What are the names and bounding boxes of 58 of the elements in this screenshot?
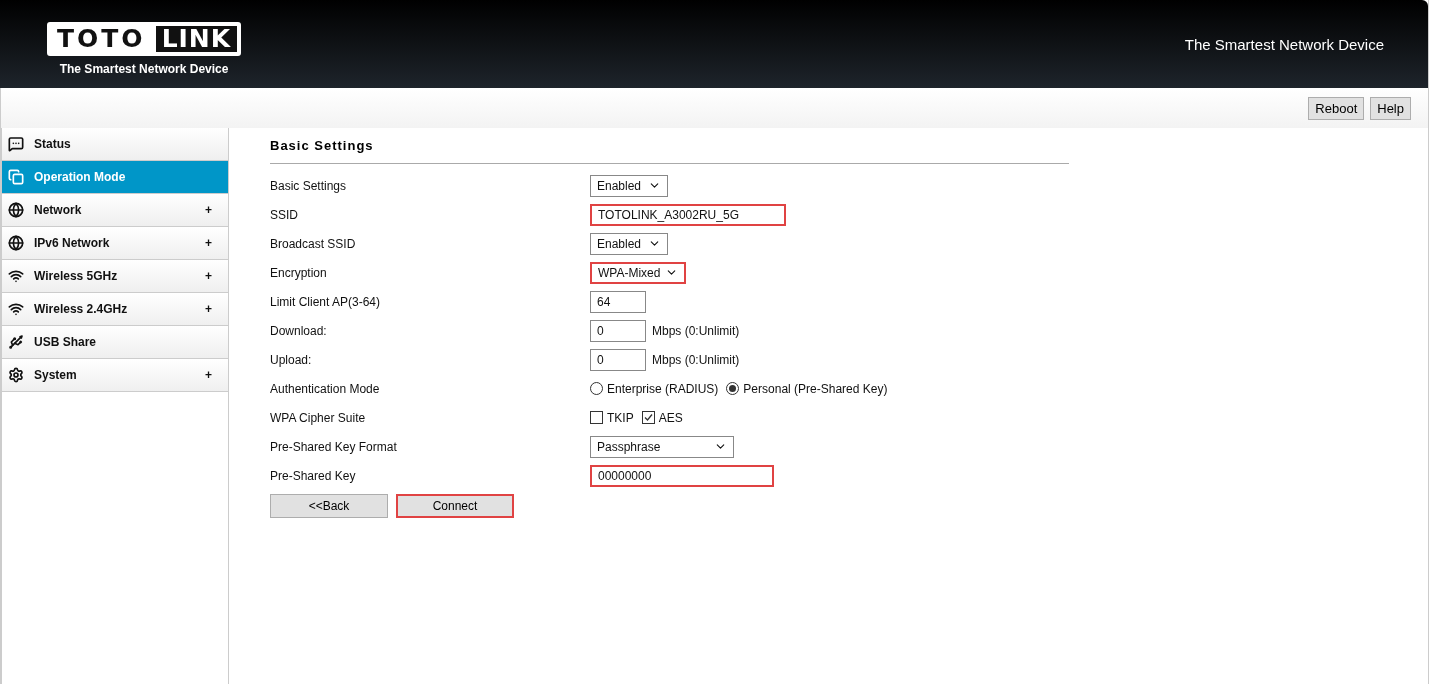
checkbox-label: TKIP bbox=[607, 410, 634, 425]
field-label: Pre-Shared Key Format bbox=[270, 439, 398, 454]
radio-label: Personal (Pre-Shared Key) bbox=[743, 381, 888, 396]
field-label: SSID bbox=[270, 207, 299, 222]
field-label: Basic Settings bbox=[270, 178, 348, 193]
input-field[interactable]: TOTOLINK_A3002RU_5G bbox=[590, 203, 786, 226]
sidebar-label: USB Share bbox=[34, 335, 98, 349]
field-label: Upload: bbox=[270, 352, 313, 367]
checkbox[interactable] bbox=[590, 411, 603, 424]
radio-label: Enterprise (RADIUS) bbox=[607, 381, 719, 396]
sidebar-label: Network bbox=[34, 203, 83, 217]
chat-icon bbox=[8, 136, 24, 152]
select-field[interactable]: WPA-Mixed bbox=[590, 261, 686, 284]
unit-text: Mbps (0:Unlimit) bbox=[652, 323, 740, 338]
expand-symbol[interactable]: + bbox=[205, 302, 212, 316]
toolbar-button[interactable]: Reboot bbox=[1308, 96, 1365, 120]
usb-icon bbox=[8, 334, 24, 350]
sidebar-label: System bbox=[34, 368, 78, 382]
sidebar-label: Wireless 2.4GHz bbox=[34, 302, 129, 316]
wifi-icon bbox=[8, 268, 24, 284]
select-field[interactable]: Enabled bbox=[590, 174, 668, 197]
select-field[interactable]: Passphrase bbox=[590, 435, 734, 458]
form-button[interactable]: Connect bbox=[396, 494, 514, 518]
globe-icon bbox=[8, 202, 24, 218]
globe-icon bbox=[8, 235, 24, 251]
toolbar-button[interactable]: Help bbox=[1370, 96, 1411, 120]
checkbox[interactable] bbox=[641, 411, 655, 424]
unit-text: Mbps (0:Unlimit) bbox=[652, 352, 740, 367]
field-label: Download: bbox=[270, 323, 328, 338]
expand-symbol[interactable]: + bbox=[205, 368, 212, 382]
input-field[interactable]: 64 bbox=[590, 290, 646, 313]
sidebar-label: IPv6 Network bbox=[34, 236, 111, 250]
field-label: Encryption bbox=[270, 265, 328, 280]
wifi-icon bbox=[8, 301, 24, 317]
checkbox-label: AES bbox=[658, 410, 683, 425]
sidebar-label: Operation Mode bbox=[34, 170, 127, 184]
expand-symbol[interactable]: + bbox=[205, 236, 212, 250]
settings-icon bbox=[8, 367, 24, 383]
form-button[interactable]: <<Back bbox=[270, 494, 388, 518]
input-field[interactable]: 0 bbox=[590, 348, 646, 371]
select-field[interactable]: Enabled bbox=[590, 232, 668, 255]
field-label: Authentication Mode bbox=[270, 381, 381, 396]
expand-symbol[interactable]: + bbox=[205, 269, 212, 283]
header-tagline: The Smartest Network Device bbox=[1184, 36, 1384, 53]
logo-tagline: The Smartest Network Device bbox=[59, 62, 229, 76]
windows-icon bbox=[8, 169, 24, 185]
section-title: Basic Settings bbox=[270, 138, 1069, 164]
logo-text: LINK bbox=[155, 26, 238, 52]
field-label: WPA Cipher Suite bbox=[270, 410, 367, 425]
input-field[interactable]: 0 bbox=[590, 319, 646, 342]
field-label: Pre-Shared Key bbox=[270, 468, 357, 483]
sidebar-label: Status bbox=[34, 137, 72, 151]
sidebar-label: Wireless 5GHz bbox=[34, 269, 119, 283]
field-label: Broadcast SSID bbox=[270, 236, 357, 251]
field-label: Limit Client AP(3-64) bbox=[270, 294, 382, 309]
expand-symbol[interactable]: + bbox=[205, 203, 212, 217]
logo-text: TOTO bbox=[56, 26, 147, 52]
input-field[interactable]: 00000000 bbox=[590, 464, 774, 487]
